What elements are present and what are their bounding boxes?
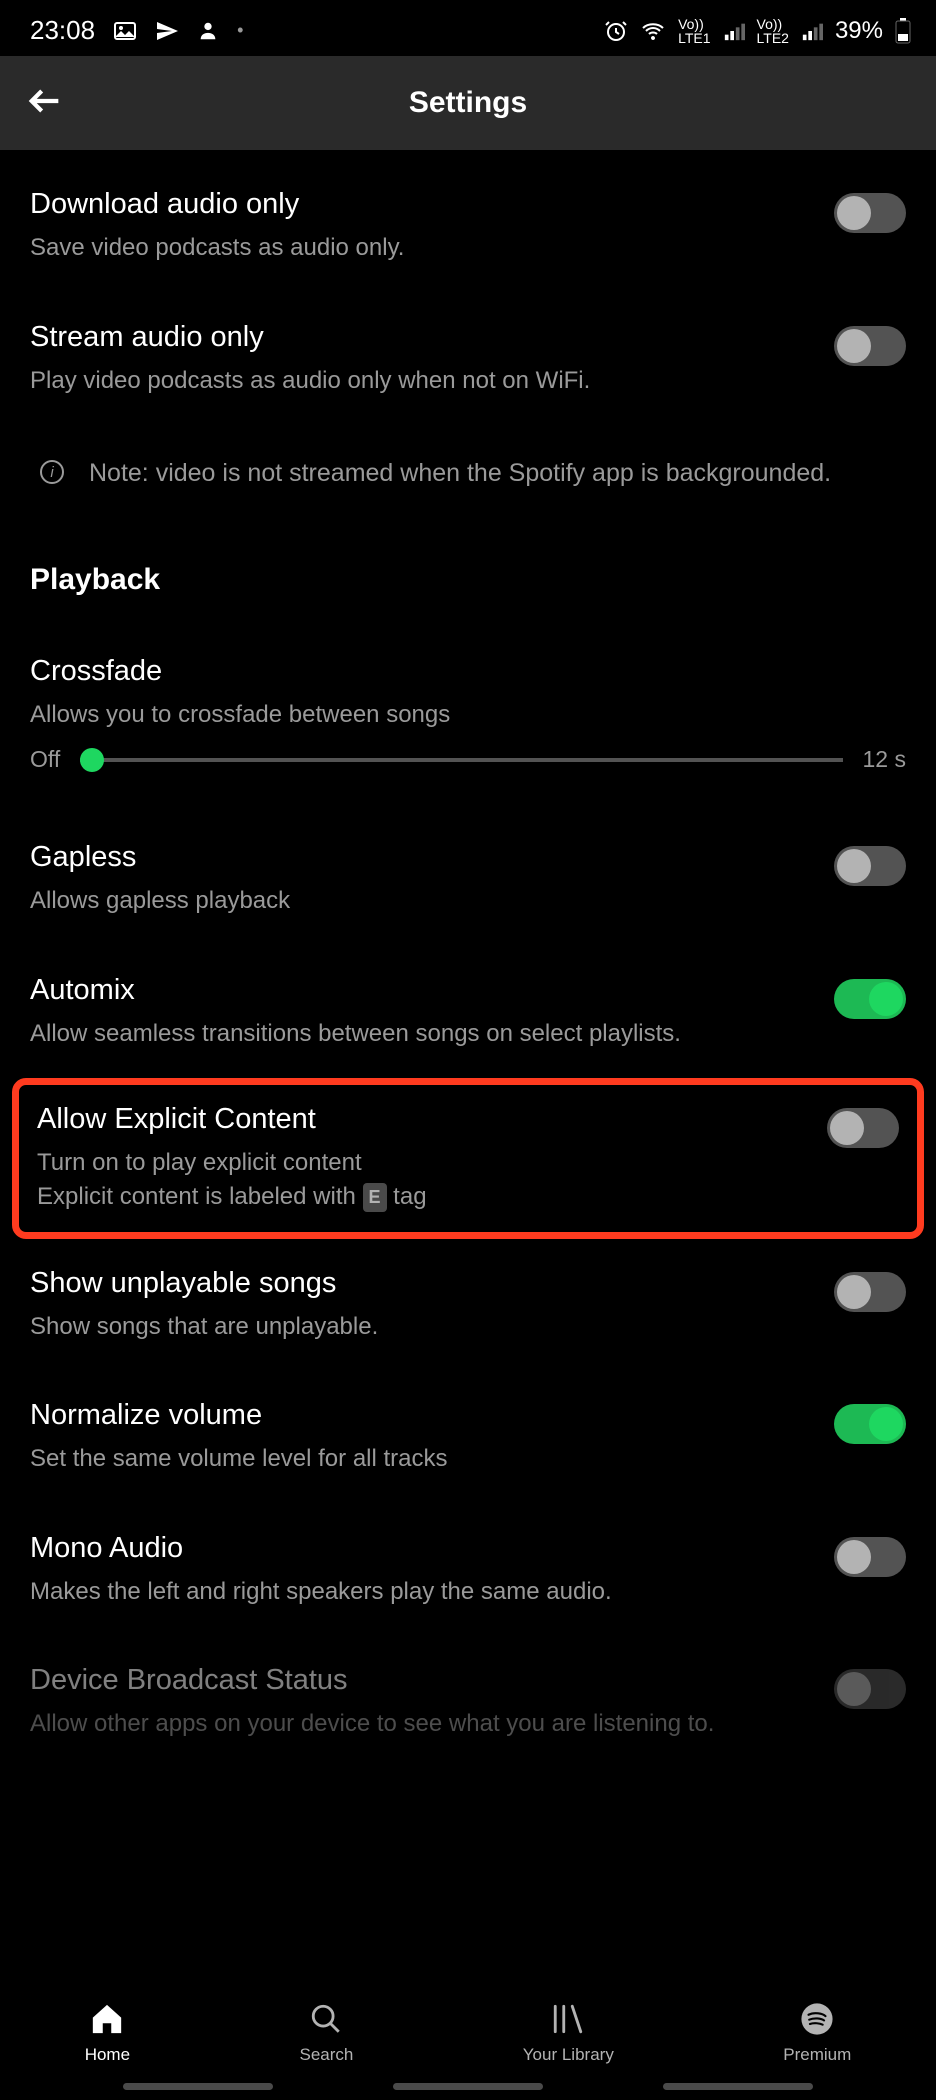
playback-section-header: Playback xyxy=(30,533,906,627)
nav-label: Premium xyxy=(783,2045,851,2065)
status-right: Vo))LTE1 Vo))LTE2 39% xyxy=(604,17,911,45)
gapless-setting[interactable]: Gapless Allows gapless playback xyxy=(30,813,906,946)
setting-subtitle: Allows gapless playback xyxy=(30,884,804,918)
nav-premium[interactable]: Premium xyxy=(783,2001,851,2065)
unplayable-setting[interactable]: Show unplayable songs Show songs that ar… xyxy=(30,1239,906,1372)
page-title: Settings xyxy=(25,86,911,120)
stream-audio-toggle[interactable] xyxy=(834,326,906,366)
person-icon xyxy=(197,20,219,42)
normalize-toggle[interactable] xyxy=(834,1404,906,1444)
status-bar: 23:08 • Vo))LTE1 Vo))LTE2 39% xyxy=(0,0,936,56)
stream-audio-setting[interactable]: Stream audio only Play video podcasts as… xyxy=(30,293,906,426)
download-audio-setting[interactable]: Download audio only Save video podcasts … xyxy=(30,160,906,293)
explicit-tag-icon: E xyxy=(363,1183,387,1212)
mono-setting[interactable]: Mono Audio Makes the left and right spea… xyxy=(30,1504,906,1637)
status-time: 23:08 xyxy=(30,15,95,46)
info-icon: i xyxy=(40,460,64,484)
home-indicator xyxy=(0,2083,936,2090)
header-bar: Settings xyxy=(0,56,936,150)
spotify-icon xyxy=(799,2001,835,2037)
settings-content: Download audio only Save video podcasts … xyxy=(0,150,936,1769)
setting-subtitle: Turn on to play explicit content Explici… xyxy=(37,1146,797,1213)
automix-toggle[interactable] xyxy=(834,979,906,1019)
library-icon xyxy=(550,2001,586,2037)
lte2-label: Vo))LTE2 xyxy=(757,17,789,45)
signal1-icon xyxy=(723,20,745,42)
setting-title: Download audio only xyxy=(30,188,804,221)
battery-icon xyxy=(895,18,911,44)
setting-subtitle: Show songs that are unplayable. xyxy=(30,1310,804,1344)
home-icon xyxy=(89,2001,125,2037)
download-audio-toggle[interactable] xyxy=(834,193,906,233)
normalize-setting[interactable]: Normalize volume Set the same volume lev… xyxy=(30,1371,906,1504)
setting-title: Show unplayable songs xyxy=(30,1267,804,1300)
dot-icon: • xyxy=(237,20,243,41)
nav-home[interactable]: Home xyxy=(85,2001,130,2065)
setting-subtitle: Save video podcasts as audio only. xyxy=(30,231,804,265)
nav-label: Search xyxy=(299,2045,353,2065)
setting-title: Allow Explicit Content xyxy=(37,1103,797,1136)
setting-title: Normalize volume xyxy=(30,1399,804,1432)
wifi-icon xyxy=(640,19,666,43)
broadcast-toggle[interactable] xyxy=(834,1669,906,1709)
setting-title: Device Broadcast Status xyxy=(30,1664,804,1697)
setting-subtitle: Allow seamless transitions between songs… xyxy=(30,1017,804,1051)
send-icon xyxy=(155,19,179,43)
note-text: Note: video is not streamed when the Spo… xyxy=(89,455,831,493)
battery-percent: 39% xyxy=(835,17,883,45)
setting-title: Mono Audio xyxy=(30,1532,804,1565)
automix-setting[interactable]: Automix Allow seamless transitions betwe… xyxy=(30,946,906,1079)
setting-title: Automix xyxy=(30,974,804,1007)
setting-subtitle: Play video podcasts as audio only when n… xyxy=(30,364,804,398)
setting-title: Crossfade xyxy=(30,655,906,688)
explicit-content-setting[interactable]: Allow Explicit Content Turn on to play e… xyxy=(12,1078,924,1238)
setting-subtitle: Set the same volume level for all tracks xyxy=(30,1442,804,1476)
signal2-icon xyxy=(801,20,823,42)
note-row: i Note: video is not streamed when the S… xyxy=(30,425,906,533)
slider-thumb[interactable] xyxy=(80,748,104,772)
broadcast-setting[interactable]: Device Broadcast Status Allow other apps… xyxy=(30,1636,906,1769)
gapless-toggle[interactable] xyxy=(834,846,906,886)
crossfade-slider-row: Off 12 s xyxy=(30,731,906,813)
nav-search[interactable]: Search xyxy=(299,2001,353,2065)
back-button[interactable] xyxy=(25,81,65,126)
nav-library[interactable]: Your Library xyxy=(523,2001,614,2065)
setting-subtitle: Allows you to crossfade between songs xyxy=(30,698,906,732)
setting-subtitle: Makes the left and right speakers play t… xyxy=(30,1575,804,1609)
alarm-icon xyxy=(604,19,628,43)
nav-label: Your Library xyxy=(523,2045,614,2065)
crossfade-slider[interactable] xyxy=(80,758,842,762)
explicit-toggle[interactable] xyxy=(827,1108,899,1148)
setting-title: Stream audio only xyxy=(30,321,804,354)
lte1-label: Vo))LTE1 xyxy=(678,17,710,45)
picture-icon xyxy=(113,19,137,43)
slider-max-label: 12 s xyxy=(863,746,906,773)
unplayable-toggle[interactable] xyxy=(834,1272,906,1312)
mono-toggle[interactable] xyxy=(834,1537,906,1577)
crossfade-setting: Crossfade Allows you to crossfade betwee… xyxy=(30,627,906,732)
nav-label: Home xyxy=(85,2045,130,2065)
setting-subtitle: Allow other apps on your device to see w… xyxy=(30,1707,804,1741)
search-icon xyxy=(308,2001,344,2037)
status-left: 23:08 • xyxy=(30,15,243,46)
setting-title: Gapless xyxy=(30,841,804,874)
slider-min-label: Off xyxy=(30,746,60,773)
